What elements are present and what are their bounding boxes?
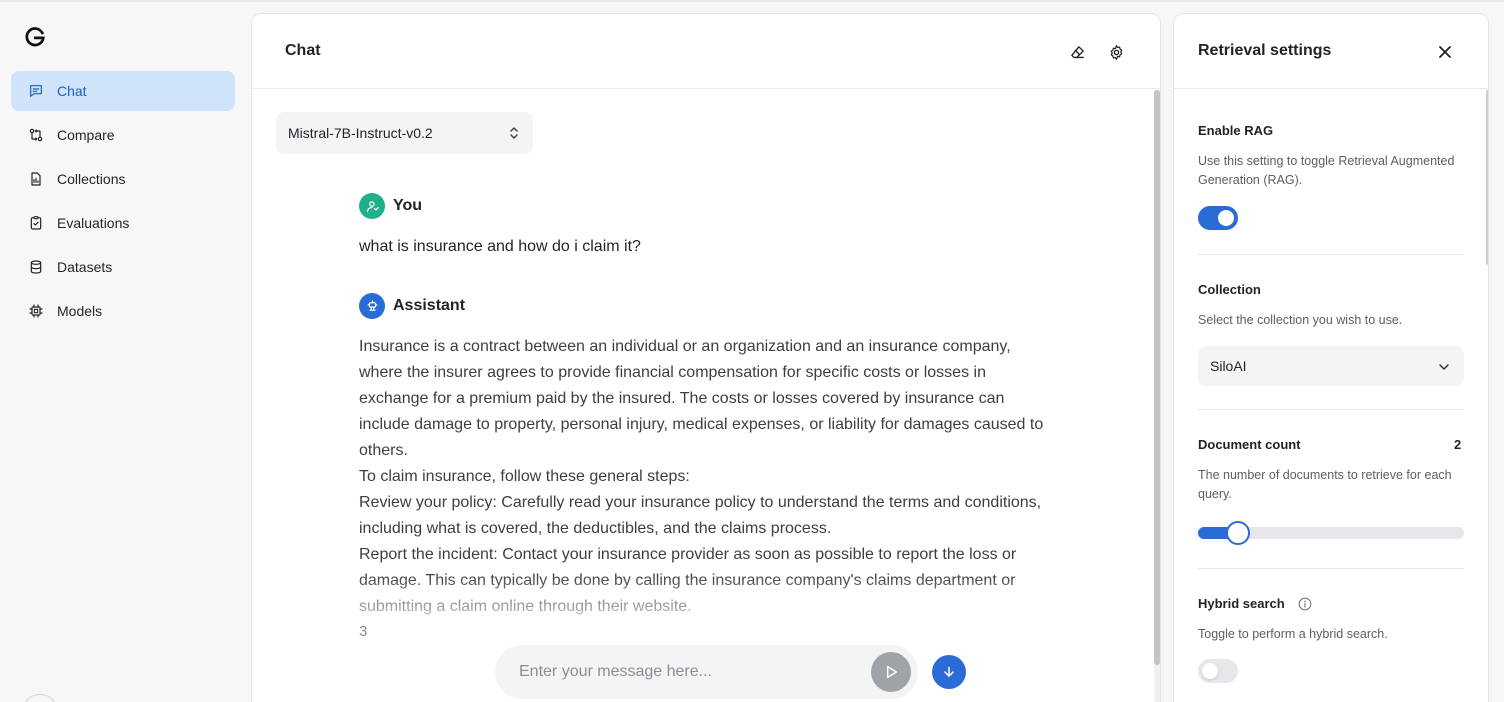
database-icon [27, 258, 45, 276]
assistant-message-header: Assistant [359, 293, 465, 319]
retrieval-settings-panel: Retrieval settings Enable RAG Use this s… [1173, 13, 1489, 702]
sidebar-item-label: Chat [57, 83, 87, 99]
chevron-up-down-icon [509, 124, 519, 142]
enable-rag-description: Use this setting to toggle Retrieval Aug… [1198, 154, 1455, 187]
assistant-message-text: Insurance is a contract between an indiv… [359, 334, 1049, 620]
model-select[interactable]: Mistral-7B-Instruct-v0.2 [276, 112, 533, 154]
sidebar-item-chat[interactable]: Chat [11, 71, 235, 111]
arrow-down-icon [944, 666, 954, 677]
assistant-paragraph: Insurance is a contract between an indiv… [359, 338, 1044, 459]
divider [1198, 568, 1464, 569]
collection-select[interactable]: SiloAI [1198, 346, 1464, 386]
eraser-icon[interactable] [1066, 41, 1088, 63]
message-author: Assistant [393, 297, 466, 314]
send-button[interactable] [871, 652, 911, 692]
sidebar-item-compare[interactable]: Compare [11, 115, 235, 155]
play-icon [886, 665, 898, 679]
settings-header: Retrieval settings [1174, 14, 1488, 89]
collection-label: Collection [1198, 282, 1261, 297]
divider [1198, 254, 1464, 255]
enable-rag-label: Enable RAG [1198, 123, 1274, 138]
app-logo-icon[interactable] [24, 26, 46, 48]
assistant-paragraph: Review your policy: Carefully read your … [359, 494, 1042, 537]
sidebar-item-label: Collections [57, 171, 126, 187]
hybrid-search-toggle[interactable] [1198, 659, 1238, 683]
chat-scrollbar[interactable] [1154, 90, 1160, 702]
scroll-down-button[interactable] [932, 655, 966, 689]
toggle-knob [1202, 663, 1218, 679]
model-select-value: Mistral-7B-Instruct-v0.2 [288, 125, 433, 141]
chat-scrollbar-thumb[interactable] [1154, 90, 1160, 665]
document-count-value: 2 [1454, 437, 1462, 452]
assistant-paragraph: 3 [359, 623, 368, 640]
message-author: You [393, 197, 423, 214]
toggle-knob [1218, 210, 1234, 226]
chat-header: Chat [252, 14, 1160, 89]
page-title: Chat [285, 42, 321, 59]
document-count-description: The number of documents to retrieve for … [1198, 468, 1452, 501]
assistant-paragraph: Report the incident: Contact your insura… [359, 546, 1017, 615]
assistant-paragraph: To claim insurance, follow these general… [359, 468, 690, 485]
sidebar-item-models[interactable]: Models [11, 291, 235, 331]
cpu-chip-icon [27, 302, 45, 320]
chat-panel: Chat Mistral-7B-Instruct-v0.2 You what i… [251, 13, 1161, 702]
enable-rag-toggle[interactable] [1198, 206, 1238, 230]
settings-title: Retrieval settings [1198, 42, 1332, 59]
user-message-text: what is insurance and how do i claim it? [359, 238, 641, 255]
user-message-header: You [359, 193, 422, 219]
chat-icon [27, 82, 45, 100]
clipboard-check-icon [27, 214, 45, 232]
robot-icon [359, 293, 385, 319]
sidebar: Chat Compare Collections Evaluations Dat… [0, 2, 246, 702]
collection-description: Select the collection you wish to use. [1198, 313, 1403, 327]
sidebar-item-label: Evaluations [57, 215, 130, 231]
hybrid-search-label: Hybrid search [1198, 596, 1285, 611]
chevron-down-icon [1438, 360, 1450, 372]
settings-scrollbar[interactable] [1486, 90, 1488, 265]
sidebar-item-label: Compare [57, 127, 115, 143]
collection-select-value: SiloAI [1210, 358, 1247, 374]
divider [1198, 409, 1464, 410]
user-icon [359, 193, 385, 219]
document-count-slider[interactable] [1198, 521, 1464, 545]
sidebar-nav: Chat Compare Collections Evaluations Dat… [11, 71, 235, 335]
message-input[interactable] [519, 663, 859, 681]
avatar [22, 694, 58, 702]
gear-icon[interactable] [1105, 41, 1127, 63]
sidebar-item-label: Models [57, 303, 103, 319]
sidebar-item-datasets[interactable]: Datasets [11, 247, 235, 287]
document-count-label: Document count [1198, 437, 1301, 452]
info-icon[interactable] [1298, 597, 1312, 611]
compare-icon [27, 126, 45, 144]
slider-thumb[interactable] [1225, 521, 1250, 545]
hybrid-search-description: Toggle to perform a hybrid search. [1198, 627, 1388, 641]
document-icon [27, 170, 45, 188]
sidebar-item-evaluations[interactable]: Evaluations [11, 203, 235, 243]
sidebar-item-collections[interactable]: Collections [11, 159, 235, 199]
message-composer [495, 645, 918, 699]
sidebar-item-label: Datasets [57, 259, 113, 275]
close-icon[interactable] [1434, 41, 1456, 63]
user-profile[interactable] [22, 694, 58, 702]
